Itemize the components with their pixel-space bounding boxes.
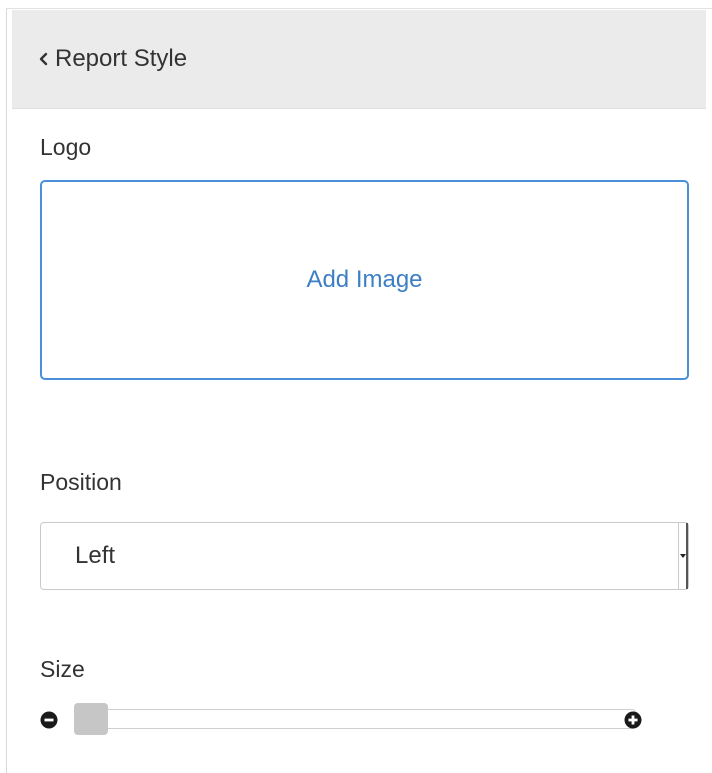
plus-circle-icon[interactable] bbox=[624, 711, 642, 729]
page-title: Report Style bbox=[55, 45, 188, 72]
size-label: Size bbox=[40, 656, 85, 682]
minus-circle-icon[interactable] bbox=[40, 711, 58, 729]
caret-down-icon bbox=[679, 554, 686, 558]
position-select-value: Left bbox=[75, 542, 116, 569]
add-image-label: Add Image bbox=[306, 266, 423, 293]
chevron-left-icon bbox=[39, 52, 48, 66]
dropdown-arrow[interactable] bbox=[678, 523, 688, 589]
size-slider-thumb[interactable] bbox=[74, 703, 108, 735]
report-style-panel bbox=[6, 8, 712, 773]
position-select[interactable]: Left bbox=[40, 522, 689, 590]
size-slider-track[interactable] bbox=[74, 709, 636, 729]
add-image-button[interactable]: Add Image bbox=[40, 180, 689, 380]
size-slider bbox=[40, 701, 650, 737]
position-label: Position bbox=[40, 469, 122, 495]
back-header[interactable]: Report Style bbox=[12, 10, 706, 109]
logo-label: Logo bbox=[40, 134, 92, 160]
